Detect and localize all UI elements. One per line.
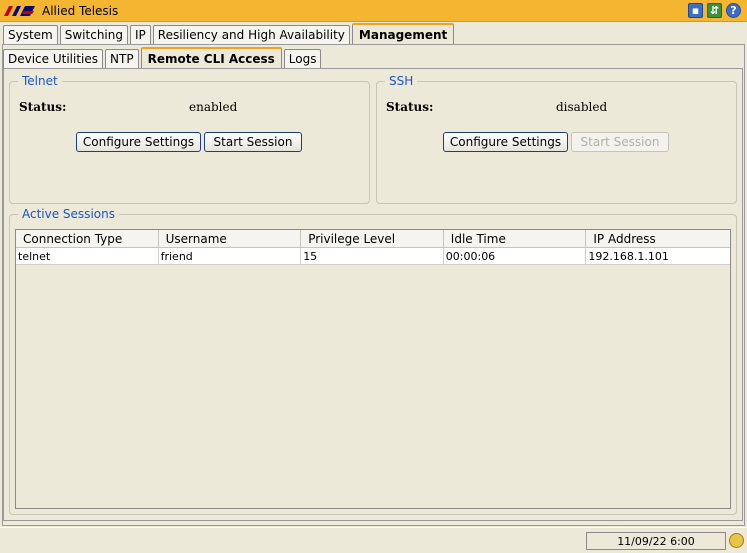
app-title: Allied Telesis bbox=[42, 3, 119, 18]
ssh-group: SSH Status: disabled Configure Settings … bbox=[376, 74, 737, 204]
tab-ntp[interactable]: NTP bbox=[105, 49, 139, 68]
column-header-username[interactable]: Username bbox=[159, 230, 302, 247]
telnet-status-value: enabled bbox=[189, 100, 238, 114]
ssh-start-session-button: Start Session bbox=[571, 132, 669, 152]
active-sessions-legend: Active Sessions bbox=[18, 207, 119, 221]
tab-logs[interactable]: Logs bbox=[283, 49, 322, 68]
column-header-privilege-level[interactable]: Privilege Level bbox=[301, 230, 444, 247]
cell-username: friend bbox=[159, 248, 302, 264]
cell-ip-address: 192.168.1.101 bbox=[588, 249, 669, 263]
status-datetime: 11/09/22 6:00 bbox=[586, 532, 726, 550]
tray-clock-icon[interactable] bbox=[729, 533, 744, 548]
cell-connection-type: telnet bbox=[16, 248, 159, 264]
help-icon[interactable]: ? bbox=[726, 3, 741, 18]
sessions-table-header: Connection Type Username Privilege Level… bbox=[16, 230, 730, 248]
telnet-legend: Telnet bbox=[18, 74, 62, 88]
table-row[interactable]: telnet friend 15 00:00:06 192.168.1.101 bbox=[16, 248, 730, 265]
sub-tab-bar: Device Utilities NTP Remote CLI Access L… bbox=[3, 47, 323, 68]
allied-telesis-logo bbox=[4, 5, 36, 17]
telnet-configure-settings-button[interactable]: Configure Settings bbox=[76, 132, 201, 152]
ssh-status-value: disabled bbox=[556, 100, 608, 114]
main-tab-bar: System Switching IP Resiliency and High … bbox=[3, 23, 456, 44]
tab-management[interactable]: Management bbox=[351, 23, 455, 44]
ssh-status-label: Status: bbox=[386, 100, 434, 114]
cell-idle-time: 00:00:06 bbox=[444, 248, 587, 264]
tab-system[interactable]: System bbox=[3, 25, 58, 44]
tab-remote-cli-access[interactable]: Remote CLI Access bbox=[140, 47, 282, 68]
tab-resiliency[interactable]: Resiliency and High Availability bbox=[152, 25, 350, 44]
column-header-connection-type[interactable]: Connection Type bbox=[16, 230, 159, 247]
export-icon[interactable]: ⇵ bbox=[707, 3, 722, 18]
status-bar: 11/09/22 6:00 bbox=[0, 527, 747, 553]
title-bar: Allied Telesis ▪ ⇵ ? bbox=[0, 0, 747, 22]
cell-privilege-level: 15 bbox=[301, 248, 444, 264]
save-icon[interactable]: ▪ bbox=[688, 3, 703, 18]
ssh-configure-settings-button[interactable]: Configure Settings bbox=[443, 132, 568, 152]
sessions-table: Connection Type Username Privilege Level… bbox=[15, 229, 731, 509]
tab-switching[interactable]: Switching bbox=[59, 25, 128, 44]
telnet-group: Telnet Status: enabled Configure Setting… bbox=[9, 74, 370, 204]
ssh-legend: SSH bbox=[385, 74, 418, 88]
tab-device-utilities[interactable]: Device Utilities bbox=[3, 49, 104, 68]
column-header-idle-time[interactable]: Idle Time bbox=[444, 230, 587, 247]
telnet-start-session-button[interactable]: Start Session bbox=[204, 132, 302, 152]
telnet-status-label: Status: bbox=[19, 100, 67, 114]
tab-ip[interactable]: IP bbox=[129, 25, 151, 44]
column-header-ip-address[interactable]: IP Address bbox=[586, 230, 730, 247]
